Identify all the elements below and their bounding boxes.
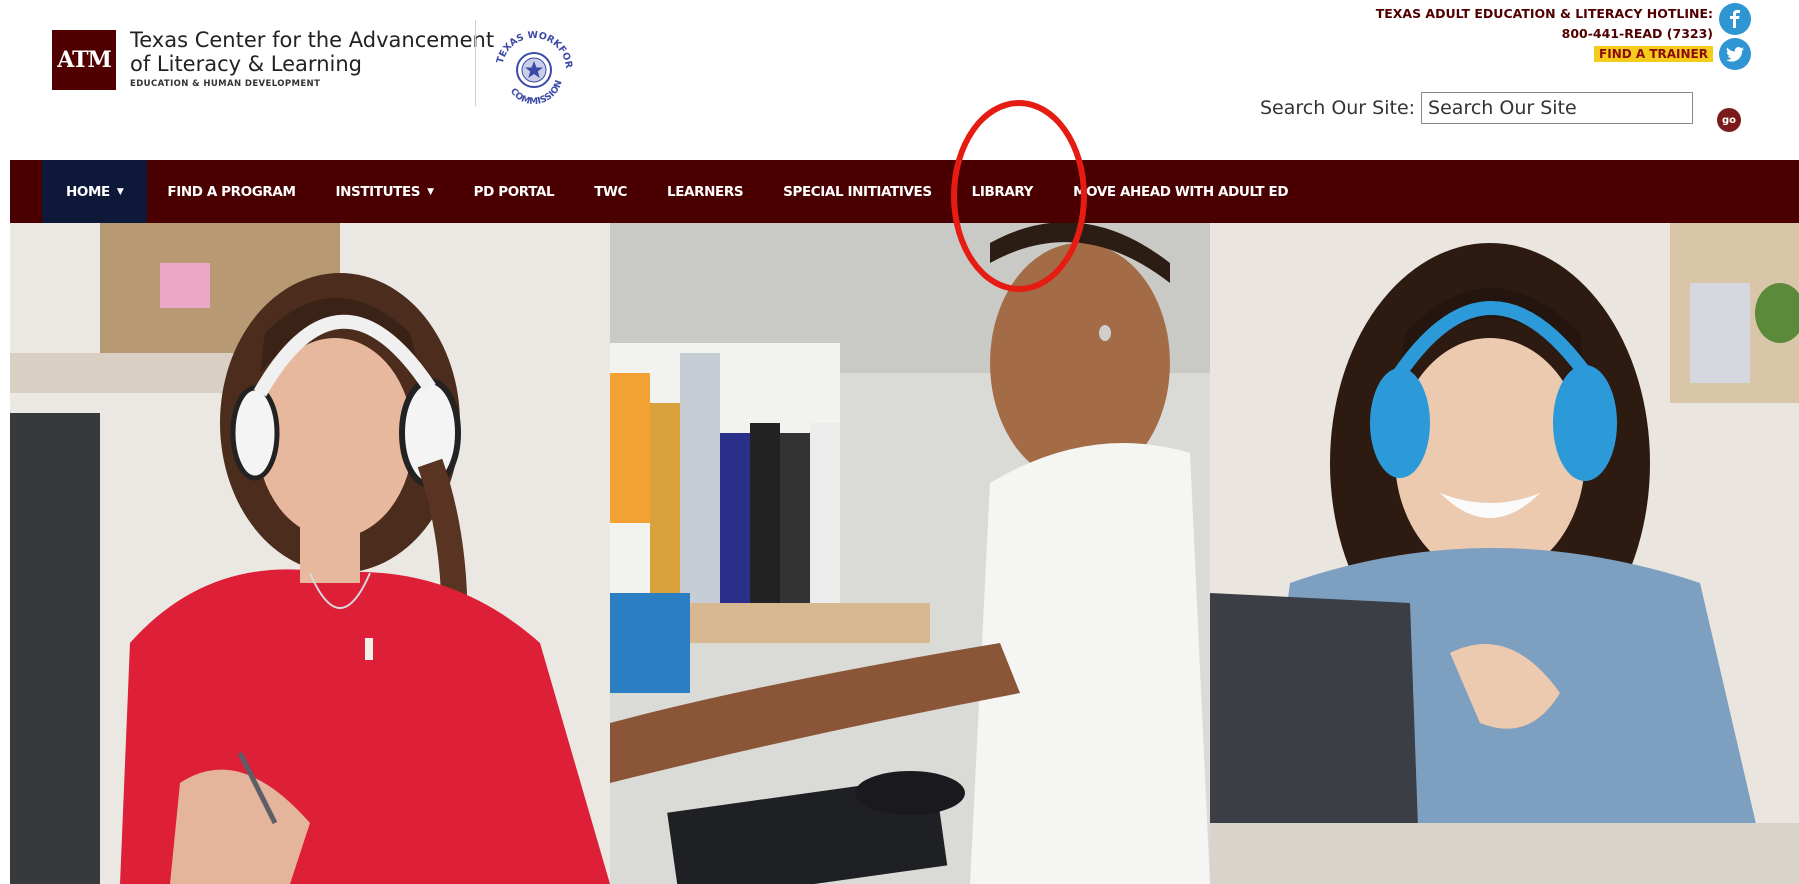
nav-home-label: HOME xyxy=(66,183,110,200)
nav-special-initiatives[interactable]: SPECIAL INITIATIVES xyxy=(763,160,952,223)
hero-image-learner-blue-headphones xyxy=(1210,223,1799,884)
chevron-down-icon: ▼ xyxy=(427,186,434,197)
search-go-button[interactable]: go xyxy=(1717,108,1741,132)
twc-seal-logo[interactable]: TEXAS WORKFORCE COMMISSION xyxy=(488,24,580,104)
nav-institutes-label: INSTITUTES xyxy=(335,183,421,200)
search-input[interactable] xyxy=(1421,92,1694,124)
nav-learners[interactable]: LEARNERS xyxy=(647,160,763,223)
hero-image-learner-at-computer xyxy=(610,223,1210,884)
svg-text:COMMISSION: COMMISSION xyxy=(508,79,565,104)
brand-title-line2: of Literacy & Learning xyxy=(130,52,362,76)
brand-title-line1: Texas Center for the Advancement xyxy=(130,28,495,52)
hero-image-learner-red-shirt xyxy=(10,223,610,884)
nav-find-a-program[interactable]: FIND A PROGRAM xyxy=(147,160,315,223)
hotline-title: TEXAS ADULT EDUCATION & LITERACY HOTLINE… xyxy=(1375,6,1713,21)
header-divider xyxy=(475,20,476,106)
hotline-phone[interactable]: 800-441-READ (7323) xyxy=(1376,24,1713,44)
tamu-logo: ATM xyxy=(52,30,116,90)
search-label: Search Our Site: xyxy=(1260,97,1416,119)
nav-library-label: LIBRARY xyxy=(971,183,1034,200)
nav-find-a-program-label: FIND A PROGRAM xyxy=(167,183,296,200)
brand-text: Texas Center for the Advancement of Lite… xyxy=(130,28,494,89)
nav-twc[interactable]: TWC xyxy=(574,160,647,223)
brand-logo-link[interactable]: ATM Texas Center for the Advancement of … xyxy=(52,28,494,90)
hero-banner xyxy=(10,223,1799,884)
nav-institutes[interactable]: INSTITUTES ▼ xyxy=(316,160,454,223)
nav-twc-label: TWC xyxy=(594,183,628,200)
brand-subtitle: EDUCATION & HUMAN DEVELOPMENT xyxy=(130,79,321,89)
twitter-icon[interactable] xyxy=(1719,38,1751,70)
nav-home[interactable]: HOME ▼ xyxy=(42,160,148,223)
hotline-block: TEXAS ADULT EDUCATION & LITERACY HOTLINE… xyxy=(1376,4,1713,63)
main-nav: HOME ▼ FIND A PROGRAM INSTITUTES ▼ PD PO… xyxy=(10,160,1799,223)
nav-learners-label: LEARNERS xyxy=(667,183,744,200)
nav-pd-portal[interactable]: PD PORTAL xyxy=(454,160,575,223)
nav-pd-portal-label: PD PORTAL xyxy=(473,183,555,200)
chevron-down-icon: ▼ xyxy=(116,186,124,197)
site-header: ATM Texas Center for the Advancement of … xyxy=(0,0,1799,160)
nav-special-initiatives-label: SPECIAL INITIATIVES xyxy=(783,183,932,200)
find-trainer-link[interactable]: FIND A TRAINER xyxy=(1594,46,1713,62)
facebook-icon[interactable] xyxy=(1719,3,1751,35)
nav-move-ahead-label: MOVE AHEAD WITH ADULT ED xyxy=(1073,183,1289,200)
site-search: Search Our Site: xyxy=(1260,92,1694,124)
nav-move-ahead-with-adult-ed[interactable]: MOVE AHEAD WITH ADULT ED xyxy=(1053,160,1308,223)
nav-library[interactable]: LIBRARY xyxy=(952,160,1053,223)
